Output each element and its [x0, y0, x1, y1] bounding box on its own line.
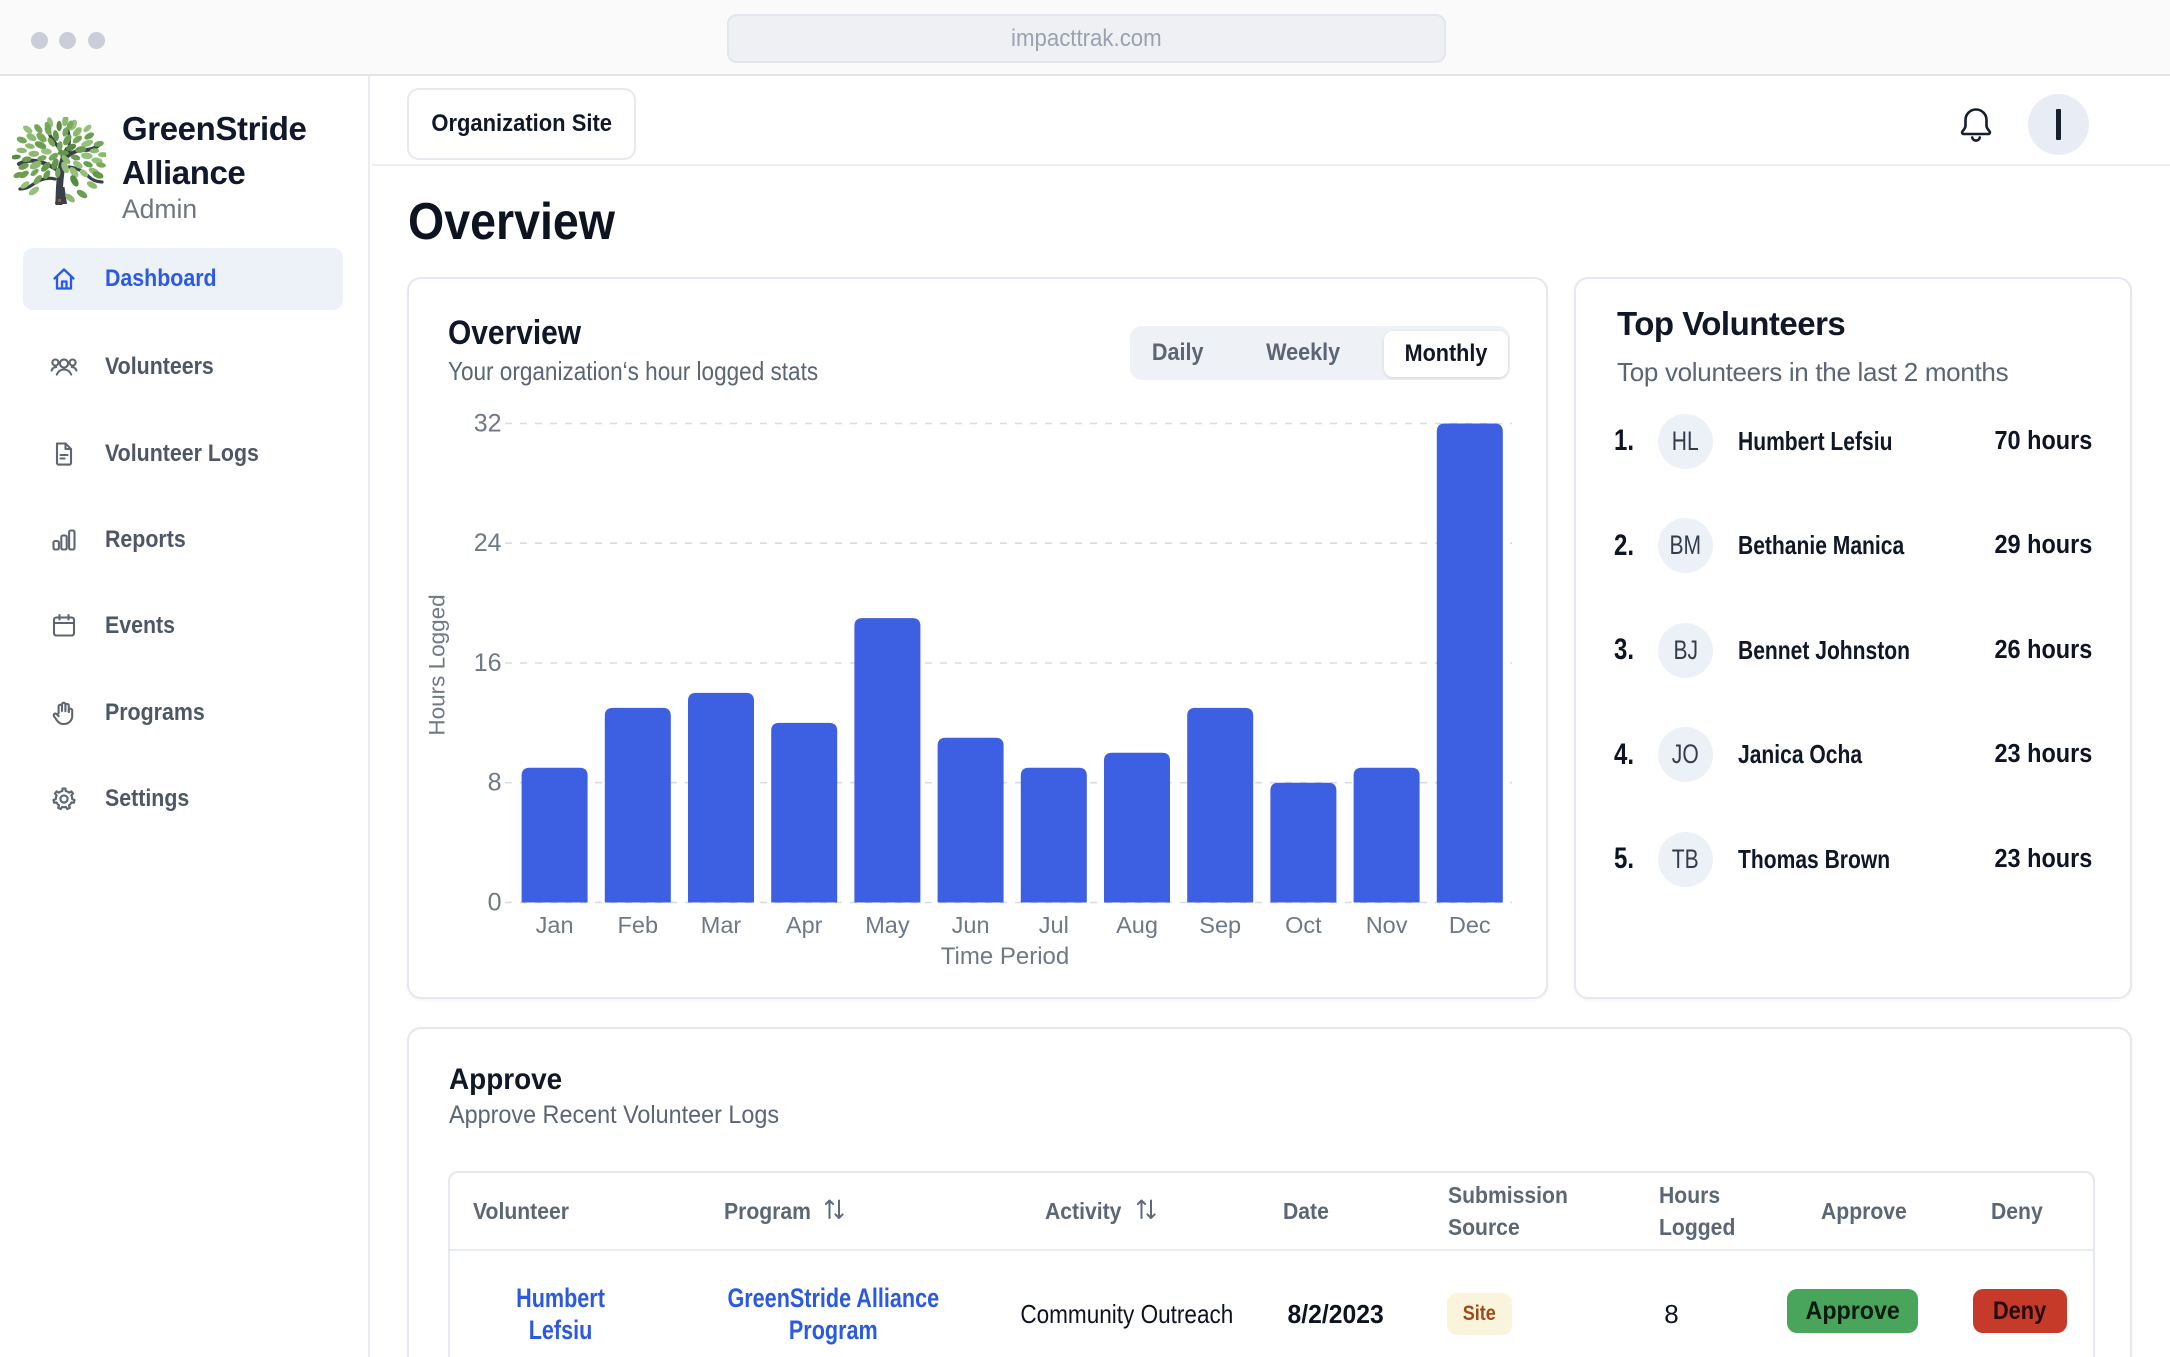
svg-text:Jan: Jan — [536, 912, 574, 938]
svg-text:Time Period: Time Period — [941, 943, 1069, 970]
svg-text:Sep: Sep — [1199, 912, 1241, 938]
svg-text:Nov: Nov — [1366, 912, 1408, 938]
svg-text:16: 16 — [474, 649, 502, 677]
svg-text:Dec: Dec — [1449, 912, 1491, 938]
svg-text:Hours Logged: Hours Logged — [425, 594, 450, 735]
svg-text:Aug: Aug — [1116, 912, 1158, 938]
svg-text:24: 24 — [474, 529, 502, 557]
svg-text:Feb: Feb — [618, 912, 659, 938]
svg-text:Jul: Jul — [1039, 912, 1069, 938]
svg-text:32: 32 — [474, 410, 502, 438]
svg-text:Oct: Oct — [1285, 912, 1322, 938]
svg-text:Jun: Jun — [952, 912, 990, 938]
svg-text:8: 8 — [488, 769, 502, 797]
svg-text:May: May — [865, 912, 910, 938]
svg-text:Mar: Mar — [701, 912, 742, 938]
svg-text:0: 0 — [488, 889, 502, 917]
svg-text:Apr: Apr — [786, 912, 823, 938]
